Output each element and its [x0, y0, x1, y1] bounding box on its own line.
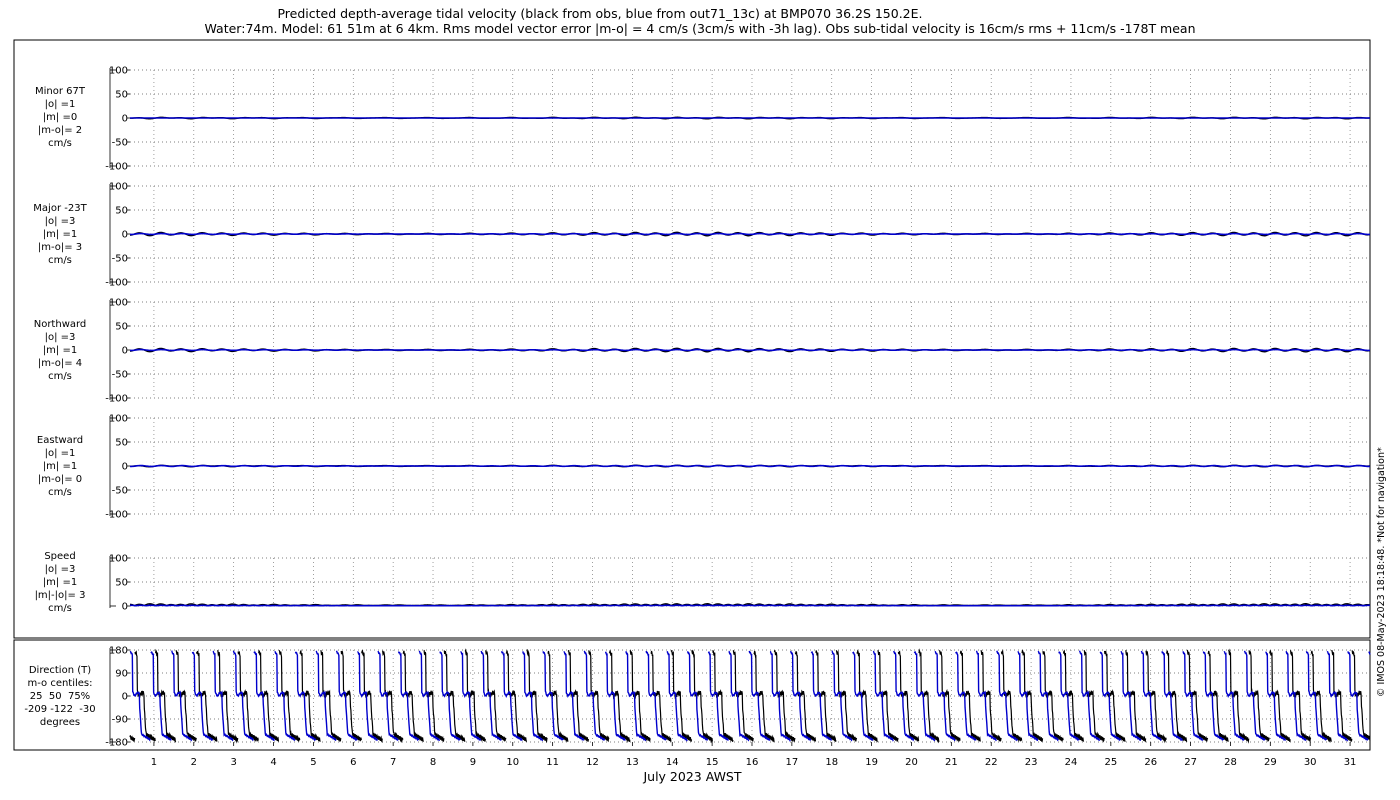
- x-tick-label: 12: [586, 757, 599, 768]
- y-tick-label: 100: [109, 66, 128, 77]
- x-tick-label: 3: [230, 757, 236, 768]
- x-tick-label: 9: [470, 757, 476, 768]
- y-tick-label: 180: [109, 646, 128, 657]
- panel-label-direction: Direction (T) m-o centiles: 25 50 75% -2…: [24, 665, 96, 728]
- y-tick-label: 50: [115, 438, 128, 449]
- y-tick-label: -90: [112, 715, 128, 726]
- x-tick-label: 24: [1065, 757, 1078, 768]
- model-series-line: [130, 348, 1371, 352]
- y-tick-label: 50: [115, 578, 128, 589]
- panel-5: 180 90 0 -90 -180: [105, 646, 1371, 749]
- chart-subtitle: Water:74m. Model: 61 51m at 6 4km. Rms m…: [204, 21, 1196, 36]
- y-tick-label: -50: [112, 370, 128, 381]
- model-series-line: [130, 464, 1371, 468]
- x-tick-label: 14: [666, 757, 679, 768]
- y-tick-label: 100: [109, 182, 128, 193]
- x-tick-label: 13: [626, 757, 639, 768]
- x-tick-label: 30: [1304, 757, 1317, 768]
- y-tick-label: 0: [122, 462, 128, 473]
- x-tick-label: 15: [706, 757, 719, 768]
- panel-label-speed: Speed |o| =3 |m| =1 |m|-|o|= 3 cm/s: [34, 551, 86, 614]
- y-tick-label: -100: [105, 278, 128, 289]
- panel-2: 100 50 0 -50 -100: [105, 298, 1371, 405]
- y-tick-label: 90: [115, 669, 128, 680]
- y-tick-label: 100: [109, 414, 128, 425]
- panel-0: 100 50 0 -50 -100: [105, 66, 1371, 173]
- y-tick-label: 50: [115, 322, 128, 333]
- panel-1: 100 50 0 -50 -100: [105, 182, 1371, 289]
- x-tick-label: 1: [151, 757, 157, 768]
- x-tick-label: 8: [430, 757, 436, 768]
- y-tick-label: -180: [105, 738, 128, 749]
- model-series-line: [130, 232, 1371, 236]
- y-tick-label: 0: [122, 230, 128, 241]
- x-tick-label: 16: [746, 757, 759, 768]
- upper-frame: [13, 39, 1371, 639]
- x-tick-label: 11: [546, 757, 559, 768]
- y-tick-label: -100: [105, 162, 128, 173]
- panel-label-major: Major -23T |o| =3 |m| =1 |m-o|= 3 cm/s: [33, 203, 87, 266]
- panel-label-northward: Northward |o| =3 |m| =1 |m-o|= 4 cm/s: [33, 319, 87, 382]
- y-tick-label: -100: [105, 510, 128, 521]
- x-tick-label: 17: [785, 757, 798, 768]
- x-tick-label: 5: [310, 757, 316, 768]
- x-tick-label: 22: [985, 757, 998, 768]
- x-tick-label: 4: [270, 757, 276, 768]
- panel-label-eastward: Eastward |o| =1 |m| =1 |m-o|= 0 cm/s: [36, 435, 84, 498]
- y-tick-label: -50: [112, 138, 128, 149]
- x-axis-label: July 2023 AWST: [643, 769, 742, 784]
- x-tick-label: 6: [350, 757, 356, 768]
- x-tick-label: 20: [905, 757, 918, 768]
- x-tick-label: 7: [390, 757, 396, 768]
- x-tick-label: 23: [1025, 757, 1038, 768]
- x-tick-label: 18: [825, 757, 838, 768]
- y-tick-label: -50: [112, 254, 128, 265]
- y-tick-label: 0: [122, 692, 128, 703]
- y-tick-label: 0: [122, 114, 128, 125]
- tidal-velocity-figure: 100500-50-100100500-50-100100500-50-1001…: [13, 39, 1371, 768]
- x-tick-label: 27: [1184, 757, 1197, 768]
- x-tick-label: 19: [865, 757, 878, 768]
- y-tick-label: 50: [115, 206, 128, 217]
- y-tick-label: 0: [122, 602, 128, 613]
- y-tick-label: 0: [122, 346, 128, 357]
- x-tick-label: 10: [506, 757, 519, 768]
- y-tick-label: 100: [109, 298, 128, 309]
- y-tick-label: -100: [105, 394, 128, 405]
- x-tick-label: 31: [1344, 757, 1357, 768]
- x-tick-label: 29: [1264, 757, 1277, 768]
- panel-3: 100 50 0 -50 -100: [105, 414, 1371, 521]
- x-tick-label: 21: [945, 757, 958, 768]
- chart-title: Predicted depth-average tidal velocity (…: [277, 6, 923, 21]
- x-tick-label: 26: [1144, 757, 1157, 768]
- y-tick-label: 50: [115, 90, 128, 101]
- x-tick-label: 2: [191, 757, 197, 768]
- panel-4: 100500: [109, 554, 1371, 613]
- panel-label-minor: Minor 67T |o| =1 |m| =0 |m-o|= 2 cm/s: [35, 86, 85, 149]
- y-tick-label: -50: [112, 486, 128, 497]
- x-tick-label: 25: [1104, 757, 1117, 768]
- copyright-credit: © IMOS 08-May-2023 18:18:48. *Not for na…: [1376, 447, 1387, 697]
- x-tick-label: 28: [1224, 757, 1237, 768]
